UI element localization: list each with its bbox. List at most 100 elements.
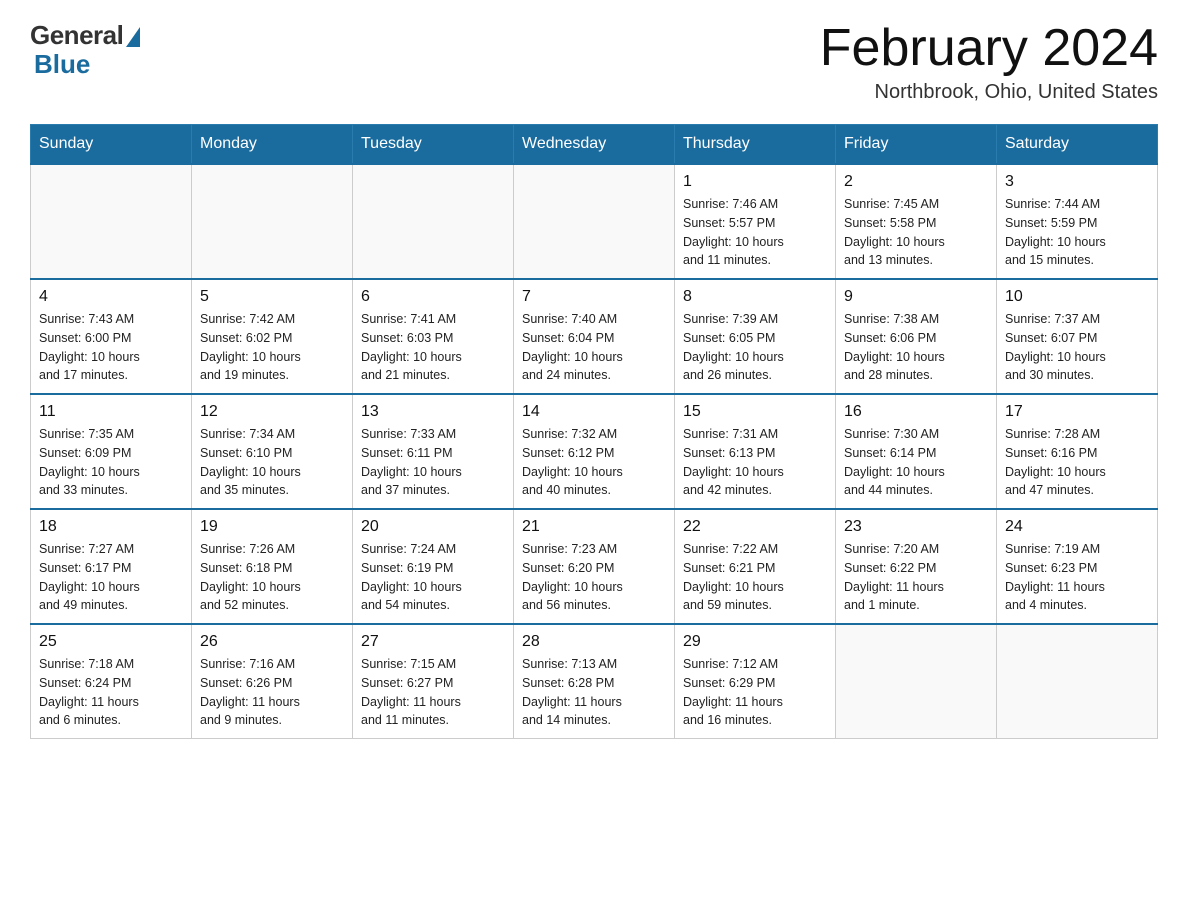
day-info: Sunrise: 7:16 AMSunset: 6:26 PMDaylight:… <box>200 655 344 730</box>
day-info: Sunrise: 7:33 AMSunset: 6:11 PMDaylight:… <box>361 425 505 500</box>
day-info: Sunrise: 7:15 AMSunset: 6:27 PMDaylight:… <box>361 655 505 730</box>
calendar-cell-3-6: 16 Sunrise: 7:30 AMSunset: 6:14 PMDayligh… <box>836 394 997 509</box>
calendar-cell-1-6: 2 Sunrise: 7:45 AMSunset: 5:58 PMDaylight… <box>836 164 997 279</box>
day-number: 15 <box>683 403 827 421</box>
day-number: 6 <box>361 288 505 306</box>
day-info: Sunrise: 7:32 AMSunset: 6:12 PMDaylight:… <box>522 425 666 500</box>
calendar-header-friday: Friday <box>836 125 997 165</box>
day-info: Sunrise: 7:37 AMSunset: 6:07 PMDaylight:… <box>1005 310 1149 385</box>
calendar-cell-1-4 <box>514 164 675 279</box>
day-number: 8 <box>683 288 827 306</box>
day-info: Sunrise: 7:20 AMSunset: 6:22 PMDaylight:… <box>844 540 988 615</box>
logo-blue-text: Blue <box>30 49 90 80</box>
calendar-cell-1-7: 3 Sunrise: 7:44 AMSunset: 5:59 PMDaylight… <box>997 164 1158 279</box>
calendar-cell-3-5: 15 Sunrise: 7:31 AMSunset: 6:13 PMDayligh… <box>675 394 836 509</box>
calendar-cell-4-2: 19 Sunrise: 7:26 AMSunset: 6:18 PMDayligh… <box>192 509 353 624</box>
day-info: Sunrise: 7:44 AMSunset: 5:59 PMDaylight:… <box>1005 195 1149 270</box>
day-number: 28 <box>522 633 666 651</box>
day-info: Sunrise: 7:27 AMSunset: 6:17 PMDaylight:… <box>39 540 183 615</box>
calendar-cell-2-3: 6 Sunrise: 7:41 AMSunset: 6:03 PMDaylight… <box>353 279 514 394</box>
calendar-cell-4-5: 22Sunrise: 7:22 AMSunset: 6:21 PMDayligh… <box>675 509 836 624</box>
day-number: 3 <box>1005 173 1149 191</box>
day-info: Sunrise: 7:41 AMSunset: 6:03 PMDaylight:… <box>361 310 505 385</box>
calendar-cell-3-7: 17Sunrise: 7:28 AMSunset: 6:16 PMDayligh… <box>997 394 1158 509</box>
day-number: 23 <box>844 518 988 536</box>
day-info: Sunrise: 7:19 AMSunset: 6:23 PMDaylight:… <box>1005 540 1149 615</box>
calendar-cell-3-1: 11 Sunrise: 7:35 AMSunset: 6:09 PMDayligh… <box>31 394 192 509</box>
day-info: Sunrise: 7:43 AMSunset: 6:00 PMDaylight:… <box>39 310 183 385</box>
day-number: 4 <box>39 288 183 306</box>
logo: General Blue <box>30 20 140 80</box>
calendar-cell-5-4: 28 Sunrise: 7:13 AMSunset: 6:28 PMDayligh… <box>514 624 675 739</box>
calendar-header-wednesday: Wednesday <box>514 125 675 165</box>
calendar-header-saturday: Saturday <box>997 125 1158 165</box>
day-number: 1 <box>683 173 827 191</box>
calendar-cell-1-3 <box>353 164 514 279</box>
calendar-cell-4-4: 21Sunrise: 7:23 AMSunset: 6:20 PMDayligh… <box>514 509 675 624</box>
calendar-cell-2-6: 9Sunrise: 7:38 AMSunset: 6:06 PMDaylight… <box>836 279 997 394</box>
week-row-5: 25Sunrise: 7:18 AMSunset: 6:24 PMDayligh… <box>31 624 1158 739</box>
calendar-cell-3-2: 12 Sunrise: 7:34 AMSunset: 6:10 PMDayligh… <box>192 394 353 509</box>
day-number: 11 <box>39 403 183 421</box>
day-info: Sunrise: 7:45 AMSunset: 5:58 PMDaylight:… <box>844 195 988 270</box>
day-number: 21 <box>522 518 666 536</box>
day-info: Sunrise: 7:46 AMSunset: 5:57 PMDaylight:… <box>683 195 827 270</box>
day-info: Sunrise: 7:18 AMSunset: 6:24 PMDaylight:… <box>39 655 183 730</box>
week-row-4: 18Sunrise: 7:27 AMSunset: 6:17 PMDayligh… <box>31 509 1158 624</box>
calendar-cell-2-1: 4 Sunrise: 7:43 AMSunset: 6:00 PMDaylight… <box>31 279 192 394</box>
day-info: Sunrise: 7:40 AMSunset: 6:04 PMDaylight:… <box>522 310 666 385</box>
logo-general-text: General <box>30 20 123 51</box>
calendar-cell-1-1 <box>31 164 192 279</box>
day-info: Sunrise: 7:34 AMSunset: 6:10 PMDaylight:… <box>200 425 344 500</box>
day-number: 26 <box>200 633 344 651</box>
calendar-header-thursday: Thursday <box>675 125 836 165</box>
logo-triangle-icon <box>126 27 140 47</box>
day-number: 12 <box>200 403 344 421</box>
calendar-header-row: SundayMondayTuesdayWednesdayThursdayFrid… <box>31 125 1158 165</box>
day-info: Sunrise: 7:28 AMSunset: 6:16 PMDaylight:… <box>1005 425 1149 500</box>
calendar-table: SundayMondayTuesdayWednesdayThursdayFrid… <box>30 124 1158 739</box>
calendar-cell-4-3: 20 Sunrise: 7:24 AMSunset: 6:19 PMDayligh… <box>353 509 514 624</box>
calendar-cell-5-5: 29 Sunrise: 7:12 AMSunset: 6:29 PMDayligh… <box>675 624 836 739</box>
calendar-cell-3-3: 13Sunrise: 7:33 AMSunset: 6:11 PMDayligh… <box>353 394 514 509</box>
day-number: 20 <box>361 518 505 536</box>
day-info: Sunrise: 7:35 AMSunset: 6:09 PMDaylight:… <box>39 425 183 500</box>
day-info: Sunrise: 7:42 AMSunset: 6:02 PMDaylight:… <box>200 310 344 385</box>
day-info: Sunrise: 7:30 AMSunset: 6:14 PMDaylight:… <box>844 425 988 500</box>
day-number: 14 <box>522 403 666 421</box>
day-info: Sunrise: 7:31 AMSunset: 6:13 PMDaylight:… <box>683 425 827 500</box>
day-number: 22 <box>683 518 827 536</box>
day-info: Sunrise: 7:12 AMSunset: 6:29 PMDaylight:… <box>683 655 827 730</box>
calendar-cell-5-6 <box>836 624 997 739</box>
day-info: Sunrise: 7:13 AMSunset: 6:28 PMDaylight:… <box>522 655 666 730</box>
day-number: 19 <box>200 518 344 536</box>
week-row-2: 4 Sunrise: 7:43 AMSunset: 6:00 PMDaylight… <box>31 279 1158 394</box>
calendar-cell-2-7: 10 Sunrise: 7:37 AMSunset: 6:07 PMDayligh… <box>997 279 1158 394</box>
day-number: 10 <box>1005 288 1149 306</box>
calendar-header-monday: Monday <box>192 125 353 165</box>
month-title: February 2024 <box>820 20 1158 77</box>
day-number: 16 <box>844 403 988 421</box>
day-number: 2 <box>844 173 988 191</box>
calendar-header-sunday: Sunday <box>31 125 192 165</box>
title-section: February 2024 Northbrook, Ohio, United S… <box>820 20 1158 104</box>
day-number: 29 <box>683 633 827 651</box>
day-info: Sunrise: 7:39 AMSunset: 6:05 PMDaylight:… <box>683 310 827 385</box>
calendar-cell-5-3: 27 Sunrise: 7:15 AMSunset: 6:27 PMDayligh… <box>353 624 514 739</box>
day-info: Sunrise: 7:24 AMSunset: 6:19 PMDaylight:… <box>361 540 505 615</box>
week-row-3: 11 Sunrise: 7:35 AMSunset: 6:09 PMDayligh… <box>31 394 1158 509</box>
calendar-cell-1-5: 1 Sunrise: 7:46 AMSunset: 5:57 PMDaylight… <box>675 164 836 279</box>
week-row-1: 1 Sunrise: 7:46 AMSunset: 5:57 PMDaylight… <box>31 164 1158 279</box>
calendar-cell-5-7 <box>997 624 1158 739</box>
calendar-cell-4-6: 23 Sunrise: 7:20 AMSunset: 6:22 PMDayligh… <box>836 509 997 624</box>
calendar-cell-4-7: 24 Sunrise: 7:19 AMSunset: 6:23 PMDayligh… <box>997 509 1158 624</box>
calendar-cell-2-4: 7Sunrise: 7:40 AMSunset: 6:04 PMDaylight… <box>514 279 675 394</box>
day-number: 9 <box>844 288 988 306</box>
day-info: Sunrise: 7:26 AMSunset: 6:18 PMDaylight:… <box>200 540 344 615</box>
calendar-cell-5-1: 25Sunrise: 7:18 AMSunset: 6:24 PMDayligh… <box>31 624 192 739</box>
calendar-cell-5-2: 26 Sunrise: 7:16 AMSunset: 6:26 PMDayligh… <box>192 624 353 739</box>
calendar-cell-2-5: 8 Sunrise: 7:39 AMSunset: 6:05 PMDaylight… <box>675 279 836 394</box>
calendar-cell-3-4: 14 Sunrise: 7:32 AMSunset: 6:12 PMDayligh… <box>514 394 675 509</box>
day-number: 27 <box>361 633 505 651</box>
day-number: 24 <box>1005 518 1149 536</box>
